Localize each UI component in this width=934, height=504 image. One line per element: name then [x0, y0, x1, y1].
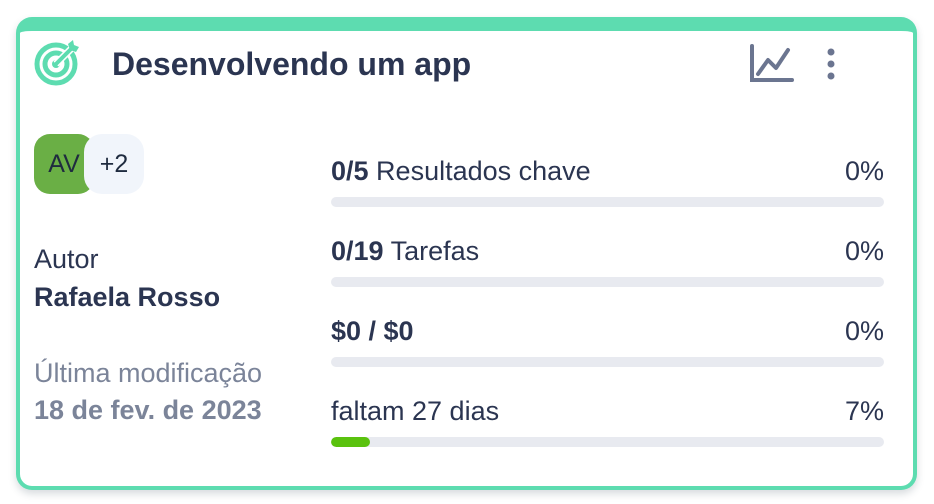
author-label: Autor [34, 244, 99, 274]
budget-metric: $0 / $0 0% [331, 316, 884, 367]
tasks-metric: 0/19 Tarefas 0% [331, 236, 884, 287]
author-name: Rafaela Rosso [34, 282, 221, 312]
progress-bar [331, 277, 884, 287]
time-remaining-metric: faltam 27 dias 7% [331, 396, 884, 447]
metric-percent: 0% [844, 236, 884, 266]
progress-bar [331, 437, 884, 447]
last-modified-date: 18 de fev. de 2023 [34, 395, 262, 425]
metric-percent: 7% [844, 396, 884, 426]
last-modified-label: Última modificação [34, 358, 263, 388]
metric-label: 0/5 Resultados chave [331, 156, 591, 186]
metric-percent: 0% [844, 316, 884, 346]
progress-bar-fill [331, 437, 370, 447]
progress-bar [331, 197, 884, 207]
line-chart-icon[interactable] [748, 42, 794, 86]
card-header: Desenvolvendo um app [34, 38, 874, 88]
key-results-metric: 0/5 Resultados chave 0% [331, 156, 884, 207]
card-title: Desenvolvendo um app [112, 46, 472, 82]
progress-bar [331, 357, 884, 367]
target-arrow-icon [34, 40, 80, 86]
metric-percent: 0% [844, 156, 884, 186]
metric-label: $0 / $0 [331, 316, 414, 346]
more-options-icon[interactable] [816, 44, 846, 84]
metric-label: 0/19 Tarefas [331, 236, 480, 266]
metric-label: faltam 27 dias [331, 396, 500, 426]
extra-members-badge[interactable]: +2 [84, 134, 144, 194]
